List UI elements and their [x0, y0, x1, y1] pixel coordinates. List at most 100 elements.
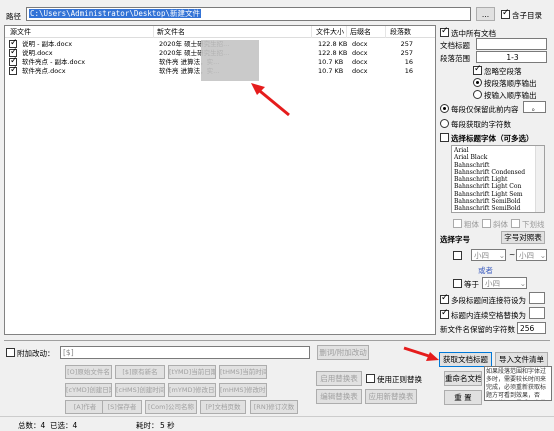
multi-line-input[interactable]	[529, 292, 545, 304]
font-list-item[interactable]: Bahnschrift Light	[454, 176, 536, 183]
status-elapsed: 耗时：	[136, 421, 159, 430]
choose-font-checkbox[interactable]	[440, 133, 449, 142]
doc-title-input[interactable]	[476, 38, 547, 50]
edit-replace-button[interactable]: 编辑替换表	[316, 389, 362, 404]
inner-space-checkbox[interactable]	[440, 308, 449, 319]
keep-chars-input[interactable]: 256	[517, 322, 546, 334]
cell-ext: docx	[352, 40, 368, 48]
font-list-item[interactable]: Bahnschrift SemiBold	[454, 205, 536, 212]
keep-before-radio[interactable]	[440, 104, 449, 113]
by-input-radio[interactable]	[473, 90, 482, 99]
include-subdir-label: 含子目录	[512, 11, 542, 20]
tag-button[interactable]: [S]保存者	[102, 400, 142, 414]
tag-button[interactable]: [mYMD]修改日期	[168, 383, 216, 397]
underline-checkbox[interactable]	[511, 219, 520, 228]
font-list-item[interactable]: Bahnschrift SemiBold	[454, 198, 536, 205]
font-list-item[interactable]: Bahnschrift Light Sem	[454, 191, 536, 198]
cell-size: 122.8 KB	[318, 40, 348, 48]
multi-line-checkbox[interactable]	[440, 293, 449, 304]
col-source[interactable]: 源文件	[10, 26, 31, 38]
font-list[interactable]: Arial Arial Black Bahnschrift Bahnschrift C…	[451, 145, 545, 213]
cell-src: 说明 - 副本.docx	[22, 40, 73, 48]
get-title-button[interactable]: 获取文档标题	[439, 352, 492, 367]
size-range-checkbox[interactable]	[453, 251, 462, 260]
col-para[interactable]: 段落数	[390, 26, 411, 38]
apply-new-replace-button[interactable]: 应用新替换表	[365, 389, 417, 404]
apply-replace-button[interactable]: 启用替换表	[316, 371, 362, 386]
cell-para: 257	[400, 40, 413, 48]
by-input-label: 按输入顺序输出	[484, 91, 537, 100]
size-equal-label: 等于	[464, 280, 479, 289]
select-all-checkbox[interactable]	[440, 26, 449, 37]
tag-button[interactable]: [RN]修订次数	[250, 400, 298, 414]
col-ext[interactable]: 后缀名	[350, 26, 371, 38]
red-arrow-annotation	[251, 83, 290, 117]
cell-src: 软件亮点.docx	[22, 67, 66, 75]
tag-button[interactable]: [tHMS]当前时间	[219, 365, 267, 379]
col-size[interactable]: 文件大小	[316, 26, 344, 38]
tag-button[interactable]: [$]原有新名	[115, 365, 165, 379]
keep-chars-label: 新文件名保留的字符数	[440, 325, 515, 334]
para-range-input[interactable]: 1-3	[476, 51, 547, 63]
inner-space-input[interactable]	[529, 307, 545, 319]
reset-button[interactable]: 重 置	[444, 390, 482, 405]
bold-checkbox[interactable]	[453, 219, 462, 228]
italic-checkbox[interactable]	[482, 219, 491, 228]
doc-title-label: 文档标题	[440, 41, 470, 50]
inner-space-label: 标题内连续空格替换为	[451, 311, 526, 320]
tag-button[interactable]: [Com]公司名称	[145, 400, 197, 414]
size-equal-checkbox[interactable]	[453, 279, 462, 288]
font-list-item[interactable]: Arial Black	[454, 154, 536, 161]
tag-button[interactable]: [P]文档页数	[200, 400, 246, 414]
status-bar: 总数：4 已选：4 耗时： 5 秒	[0, 416, 554, 431]
col-newname[interactable]: 新文件名	[157, 26, 185, 38]
tag-button[interactable]: [cYMD]创建日期	[65, 383, 112, 397]
size-compare-button[interactable]: 字号对照表	[501, 231, 545, 244]
size-equal-select[interactable]: 小四 ⌄	[482, 277, 527, 289]
regex-checkbox[interactable]	[366, 374, 375, 383]
tag-button[interactable]: [cHMS]创建时间	[115, 383, 165, 397]
keep-before-input[interactable]: 。	[523, 101, 546, 113]
tag-button[interactable]: [mHMS]修改时间	[219, 383, 267, 397]
row-checkbox[interactable]	[9, 65, 18, 76]
cell-para: 16	[404, 58, 413, 66]
size-to-select[interactable]: 小四 ⌄	[516, 249, 547, 261]
multi-line-label: 多段标题间连接符设为	[451, 296, 526, 305]
cell-para: 16	[404, 67, 413, 75]
tag-button[interactable]: [tYMD]当前日期	[168, 365, 216, 379]
status-seconds: 5 秒	[160, 421, 175, 430]
tag-button[interactable]: [O]原始文件名	[65, 365, 112, 379]
regex-label: 使用正则替换	[377, 375, 422, 384]
status-selected: 已选：4	[50, 421, 78, 430]
font-list-scrollbar[interactable]	[535, 146, 544, 212]
by-order-radio[interactable]	[473, 78, 482, 87]
append-checkbox[interactable]	[6, 348, 15, 357]
cell-size: 10.7 KB	[318, 58, 344, 66]
tag-button[interactable]: [A]作者	[65, 400, 105, 414]
size-from-select[interactable]: 小四 ⌄	[471, 249, 506, 261]
include-subdir-checkbox[interactable]	[501, 8, 510, 19]
browse-button[interactable]: ...	[476, 7, 495, 21]
italic-label: 斜体	[493, 220, 508, 229]
path-input[interactable]: C:\Users\Administrator\Desktop\新建文件	[26, 7, 471, 21]
file-table[interactable]: 源文件 新文件名 文件大小 后缀名 段落数 说明 - 副本.docx2020年 …	[4, 25, 436, 335]
by-order-label: 按段落顺序输出	[484, 79, 537, 88]
font-list-item[interactable]: Arial	[454, 147, 536, 154]
bottom-divider	[4, 340, 550, 341]
import-list-button[interactable]: 导入文件清单	[495, 352, 548, 367]
rename-button[interactable]: 重命名文档	[444, 371, 482, 386]
cell-size: 10.7 KB	[318, 67, 344, 75]
red-arrow-annotation-2	[403, 346, 439, 361]
keep-count-radio[interactable]	[440, 119, 449, 128]
append-button[interactable]: 删词/附加改动	[317, 345, 369, 360]
font-list-item[interactable]: Bahnschrift	[454, 162, 536, 169]
font-list-item[interactable]: Bahnschrift Condensed	[454, 169, 536, 176]
table-header: 源文件 新文件名 文件大小 后缀名 段落数	[5, 26, 435, 38]
keep-before-label: 每段仅保留此前内容	[451, 105, 519, 114]
cell-ext: docx	[352, 58, 368, 66]
ignore-empty-checkbox[interactable]	[473, 64, 482, 75]
or-label: 或者	[478, 266, 493, 275]
font-list-item[interactable]: Bahnschrift Light Con	[454, 183, 536, 190]
path-label: 路径	[6, 12, 21, 21]
append-input[interactable]: [$]	[60, 346, 310, 359]
